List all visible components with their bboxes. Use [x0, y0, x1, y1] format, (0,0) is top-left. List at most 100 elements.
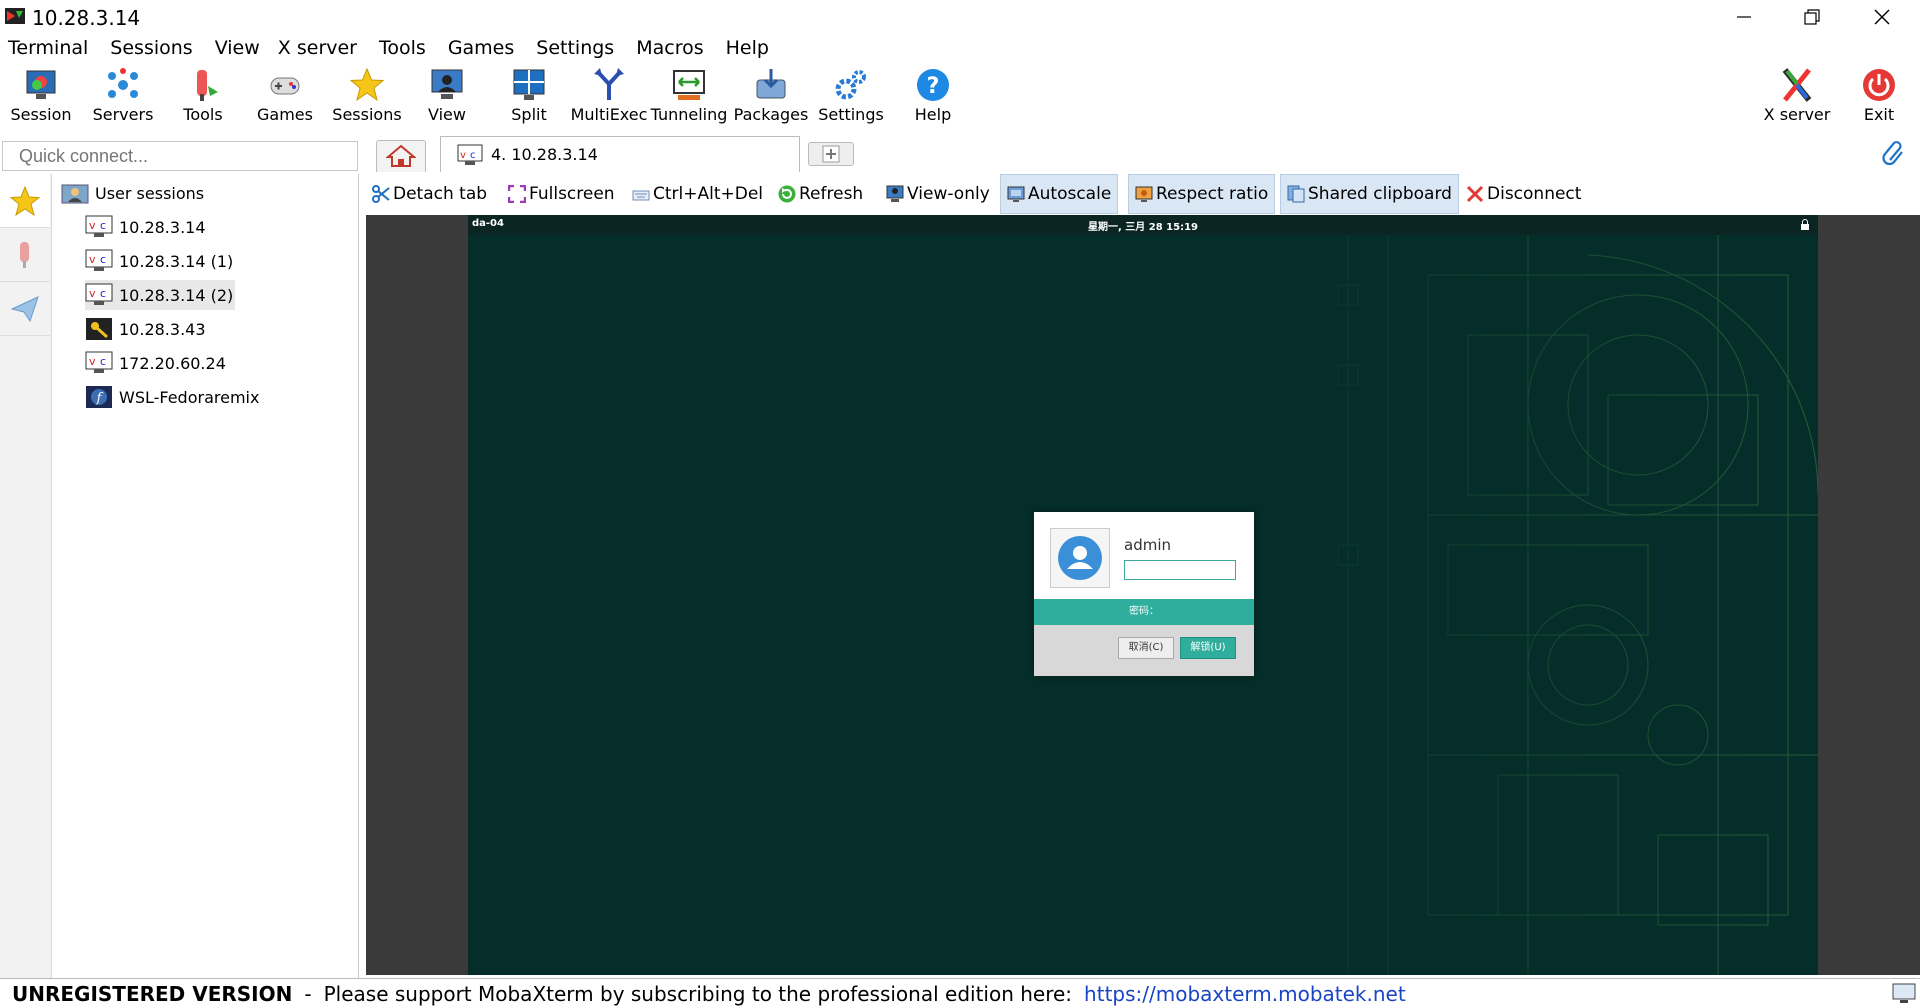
password-field[interactable] — [1124, 560, 1236, 580]
session-label: Session — [10, 105, 72, 124]
packages-label: Packages — [733, 105, 809, 124]
status-bar: UNREGISTERED VERSION - Please support Mo… — [0, 978, 1920, 1008]
svg-text:v: v — [89, 253, 96, 266]
autoscale-button[interactable]: Autoscale — [1000, 174, 1119, 214]
user-folder-icon — [61, 180, 89, 206]
menu-view[interactable]: View — [201, 35, 268, 61]
session-label: 172.20.60.24 — [119, 353, 226, 373]
sessions-button[interactable]: Sessions — [326, 62, 408, 128]
menu-help[interactable]: Help — [712, 35, 777, 61]
sessions-label: Sessions — [332, 105, 402, 124]
vnc-icon: vc — [85, 214, 113, 240]
shared-clipboard-button[interactable]: Shared clipboard — [1280, 174, 1459, 214]
unlock-dialog: admin 密码： 取消(C) 解锁(U) — [1034, 512, 1254, 676]
new-tab-button[interactable] — [808, 142, 854, 166]
menu-settings[interactable]: Settings — [522, 35, 622, 61]
refresh-button[interactable]: Refresh — [772, 174, 869, 214]
sessions-tab[interactable] — [0, 174, 50, 228]
split-button[interactable]: Split — [488, 62, 570, 128]
session-item[interactable]: vc 10.28.3.14 — [85, 212, 206, 242]
settings-label: Settings — [818, 105, 884, 124]
exit-icon — [1863, 69, 1895, 101]
svg-text:c: c — [470, 150, 476, 161]
remote-desktop-viewport[interactable]: da-04 星期一, 三月 28 15:19 admin 密码： 取消(C) 解… — [366, 215, 1920, 975]
split-label: Split — [511, 105, 547, 124]
plus-icon — [822, 145, 840, 163]
ctrl-alt-del-button[interactable]: Ctrl+Alt+Del — [626, 174, 769, 214]
tab-bar: vc 4. 10.28.3.14 — [360, 136, 1920, 172]
monitor-icon[interactable] — [1892, 983, 1916, 1005]
session-button[interactable]: Session — [0, 62, 82, 128]
support-message: Please support MobaXterm by subscribing … — [323, 981, 1073, 1006]
session-item[interactable]: vc 10.28.3.14 (1) — [85, 246, 233, 276]
svg-text:c: c — [100, 287, 106, 300]
autoscale-label: Autoscale — [1028, 184, 1112, 204]
tunneling-label: Tunneling — [650, 105, 728, 124]
close-button[interactable] — [1852, 0, 1912, 34]
keyboard-icon — [632, 190, 650, 201]
menu-x-server[interactable]: X server — [268, 35, 365, 61]
status-separator: - — [304, 981, 312, 1006]
session-item[interactable]: 10.28.3.43 — [85, 314, 206, 344]
restore-icon — [1804, 9, 1820, 25]
fullscreen-label: Fullscreen — [529, 184, 615, 204]
respect-ratio-button[interactable]: Respect ratio — [1128, 174, 1276, 214]
disconnect-label: Disconnect — [1487, 184, 1582, 204]
session-item[interactable]: vc 172.20.60.24 — [85, 348, 226, 378]
user-avatar-icon — [1058, 536, 1102, 580]
tab-session-4[interactable]: vc 4. 10.28.3.14 — [440, 136, 800, 172]
remote-screen[interactable]: da-04 星期一, 三月 28 15:19 admin 密码： 取消(C) 解… — [468, 215, 1818, 975]
settings-button[interactable]: Settings — [810, 62, 892, 128]
servers-label: Servers — [92, 105, 154, 124]
minimize-button[interactable] — [1714, 0, 1774, 34]
password-prompt: 密码： — [1034, 599, 1254, 625]
view-label: View — [428, 105, 466, 124]
disconnect-button[interactable]: Disconnect — [1460, 174, 1587, 214]
attachment-icon[interactable] — [1882, 140, 1906, 166]
games-button[interactable]: Games — [244, 62, 326, 128]
main-toolbar: Session Servers Tools Games Sessions Vie… — [0, 62, 1920, 128]
unregistered-label: UNREGISTERED VERSION — [12, 981, 293, 1006]
session-item-selected[interactable]: vc 10.28.3.14 (2) — [85, 280, 236, 310]
home-icon — [385, 144, 417, 167]
view-icon — [431, 69, 463, 99]
close-icon — [1874, 9, 1890, 25]
session-item[interactable]: f WSL-Fedoraremix — [85, 382, 259, 412]
menu-tools[interactable]: Tools — [365, 35, 434, 61]
tools-label: Tools — [183, 105, 223, 124]
x-server-button[interactable]: X server — [1756, 62, 1838, 128]
servers-button[interactable]: Servers — [82, 62, 164, 128]
menu-macros[interactable]: Macros — [622, 35, 711, 61]
detach-tab-button[interactable]: Detach tab — [366, 174, 493, 214]
svg-text:v: v — [89, 287, 96, 300]
menu-terminal[interactable]: Terminal — [0, 35, 96, 61]
tunneling-button[interactable]: Tunneling — [648, 62, 730, 128]
packages-button[interactable]: Packages — [730, 62, 812, 128]
exit-button[interactable]: Exit — [1838, 62, 1920, 128]
help-button[interactable]: ? Help — [892, 62, 974, 128]
scissors-icon — [372, 185, 390, 203]
menu-games[interactable]: Games — [434, 35, 522, 61]
svg-text:v: v — [460, 150, 466, 161]
packages-icon — [756, 69, 786, 99]
home-tab[interactable] — [376, 140, 426, 172]
unlock-button[interactable]: 解锁(U) — [1180, 637, 1236, 659]
fullscreen-button[interactable]: Fullscreen — [502, 174, 621, 214]
view-button[interactable]: View — [406, 62, 488, 128]
menu-sessions[interactable]: Sessions — [96, 35, 200, 61]
cancel-button[interactable]: 取消(C) — [1118, 637, 1174, 659]
view-only-label: View-only — [907, 184, 990, 204]
svg-text:v: v — [89, 355, 96, 368]
multiexec-button[interactable]: MultiExec — [568, 62, 650, 128]
svg-text:c: c — [100, 219, 106, 232]
mobatek-link[interactable]: https://mobaxterm.mobatek.net — [1084, 982, 1406, 1006]
restore-button[interactable] — [1782, 0, 1842, 34]
tools-tab[interactable] — [0, 228, 50, 282]
clipboard-icon — [1287, 185, 1305, 203]
dialog-footer: 取消(C) 解锁(U) — [1034, 625, 1254, 676]
user-sessions-folder[interactable]: User sessions — [61, 178, 204, 208]
view-only-button[interactable]: View-only — [880, 174, 996, 214]
tools-button[interactable]: Tools — [162, 62, 244, 128]
quick-connect-input[interactable] — [2, 141, 358, 171]
macros-tab[interactable] — [0, 282, 50, 336]
